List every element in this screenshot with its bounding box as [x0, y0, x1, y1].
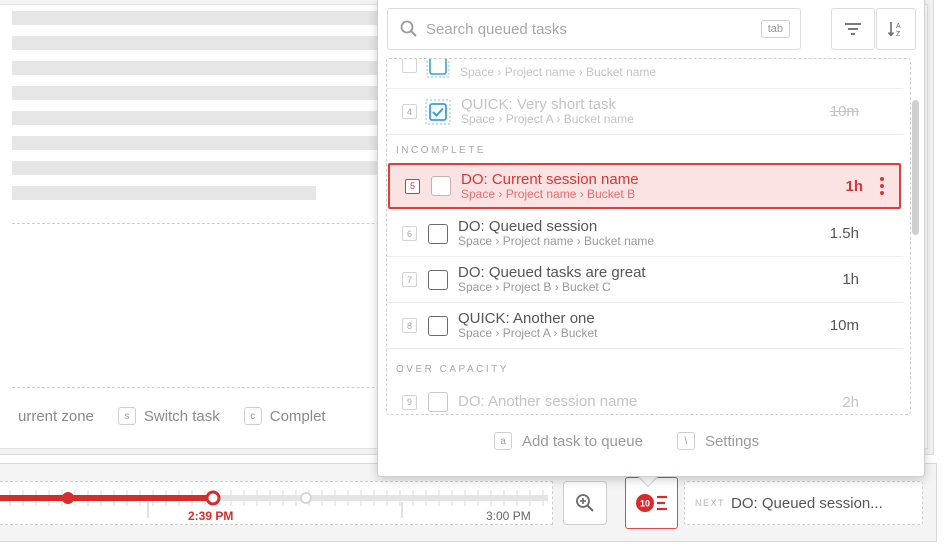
sort-button[interactable]: A Z: [876, 8, 916, 50]
queue-count-badge: 10: [639, 499, 649, 509]
placeholder-bar: [12, 86, 378, 100]
timeline-marker: [62, 492, 74, 504]
task-path: Space › Project name › Bucket name: [458, 234, 655, 249]
unchecked-checkbox[interactable]: [428, 315, 448, 336]
more-options-icon[interactable]: [875, 176, 889, 196]
task-title: DO: Current session name: [461, 170, 639, 188]
task-number: 9: [402, 394, 417, 410]
task-duration: 10m: [829, 103, 859, 120]
zoom-in-button[interactable]: [563, 481, 607, 525]
task-title: DO: Queued tasks are great: [458, 264, 646, 282]
task-row[interactable]: 6 DO: Queued session Space › Project nam…: [387, 211, 903, 257]
search-input[interactable]: Search queued tasks: [426, 21, 753, 38]
task-duration: 2h: [842, 393, 859, 411]
task-row[interactable]: 9 DO: Another session name 2h: [387, 379, 903, 414]
task-duration: 1h: [842, 271, 859, 288]
placeholder-bar: [12, 136, 378, 150]
section-incomplete: INCOMPLETE: [396, 145, 487, 156]
task-number: 6: [402, 226, 417, 241]
scrollbar[interactable]: [912, 100, 919, 235]
task-duration: 10m: [829, 317, 859, 334]
queue-toggle-button[interactable]: 10: [625, 477, 678, 529]
task-number: 4: [402, 104, 417, 119]
unchecked-checkbox[interactable]: [431, 176, 451, 196]
task-title: QUICK: Very short task: [461, 96, 617, 114]
search-box[interactable]: Search queued tasks tab: [387, 8, 801, 50]
placeholder-bar: [12, 111, 378, 125]
task-queue-popup: Search queued tasks tab A Z Space › Proj…: [377, 0, 925, 477]
queue-list-icon: 10: [635, 494, 667, 512]
unchecked-checkbox[interactable]: [428, 223, 448, 244]
checked-checkbox-icon[interactable]: [426, 58, 450, 78]
filter-icon: [845, 23, 861, 35]
task-row[interactable]: 7 DO: Queued tasks are great Space › Pro…: [387, 257, 903, 303]
task-row[interactable]: 4 QUICK: Very short task Space › Project…: [387, 89, 903, 135]
task-number: 7: [402, 272, 417, 287]
task-title: QUICK: Another one: [458, 310, 595, 328]
settings-key: \: [676, 432, 695, 450]
task-row-current[interactable]: 5 DO: Current session name Space › Proje…: [388, 163, 901, 209]
svg-text:A: A: [896, 23, 901, 30]
shortcut-current-zone[interactable]: urrent zone: [18, 408, 94, 425]
placeholder-bar: [12, 161, 378, 175]
shortcut-label: urrent zone: [18, 407, 94, 425]
task-number: 8: [402, 318, 417, 333]
task-number: 5: [405, 178, 420, 194]
task-number: [402, 59, 417, 73]
task-path: Space › Project A › Bucket name: [461, 112, 634, 127]
unchecked-checkbox[interactable]: [428, 392, 448, 412]
placeholder-bar: [12, 36, 378, 50]
placeholder-bar: [12, 186, 316, 200]
filter-button[interactable]: [831, 8, 875, 50]
search-icon: [400, 20, 417, 37]
task-path: Space › Project B › Bucket C: [458, 280, 611, 295]
next-task-box[interactable]: NEXT DO: Queued session...: [684, 481, 923, 525]
add-task-button[interactable]: Add task to queue: [522, 433, 643, 450]
shortcut-switch-task[interactable]: s Switch task: [117, 407, 220, 425]
svg-text:Z: Z: [896, 31, 901, 38]
task-row[interactable]: 8 QUICK: Another one Space › Project A ›…: [387, 303, 903, 349]
sort-az-icon: A Z: [887, 22, 901, 38]
shortcut-complete[interactable]: c Complet: [243, 407, 326, 425]
timeline[interactable]: 2:39 PM 3:00 PM: [0, 481, 553, 525]
zoom-in-icon: [576, 494, 594, 512]
placeholder-bar: [12, 61, 378, 75]
next-label: NEXT: [695, 498, 726, 508]
settings-button[interactable]: Settings: [705, 433, 759, 450]
end-time-label: 3:00 PM: [486, 509, 531, 523]
task-duration: 1h: [845, 177, 863, 195]
current-time-label: 2:39 PM: [188, 509, 233, 523]
shortcut-label: Switch task: [143, 407, 220, 425]
task-title: DO: Another session name: [458, 393, 638, 411]
task-row[interactable]: Space › Project name › Bucket name: [387, 58, 903, 89]
task-path: Space › Project name › Bucket name: [460, 65, 657, 80]
task-duration: 1.5h: [829, 225, 859, 242]
task-path: Space › Project A › Bucket: [458, 326, 598, 341]
shortcut-label: Complet: [269, 407, 326, 425]
unchecked-checkbox[interactable]: [428, 269, 448, 290]
section-over-capacity: OVER CAPACITY: [396, 364, 509, 375]
shortcut-key: s: [117, 407, 136, 425]
timeline-track[interactable]: 2:39 PM 3:00 PM: [0, 482, 553, 526]
placeholder-bar: [12, 11, 378, 25]
task-title: DO: Queued session: [458, 218, 598, 236]
add-task-key: a: [494, 432, 512, 450]
shortcut-key: c: [243, 407, 262, 425]
shortcut-bar: urrent zone s Switch task c Complet: [18, 407, 340, 425]
timeline-now-marker: [205, 490, 221, 506]
next-task-text: DO: Queued session...: [731, 494, 883, 512]
task-list[interactable]: Space › Project name › Bucket name 4 QUI…: [386, 58, 911, 415]
search-shortcut-key: tab: [760, 20, 790, 38]
popup-footer: a Add task to queue \ Settings: [494, 432, 759, 450]
task-path: Space › Project name › Bucket B: [461, 186, 636, 201]
checked-checkbox-icon[interactable]: [425, 98, 451, 125]
timeline-marker: [300, 492, 312, 504]
